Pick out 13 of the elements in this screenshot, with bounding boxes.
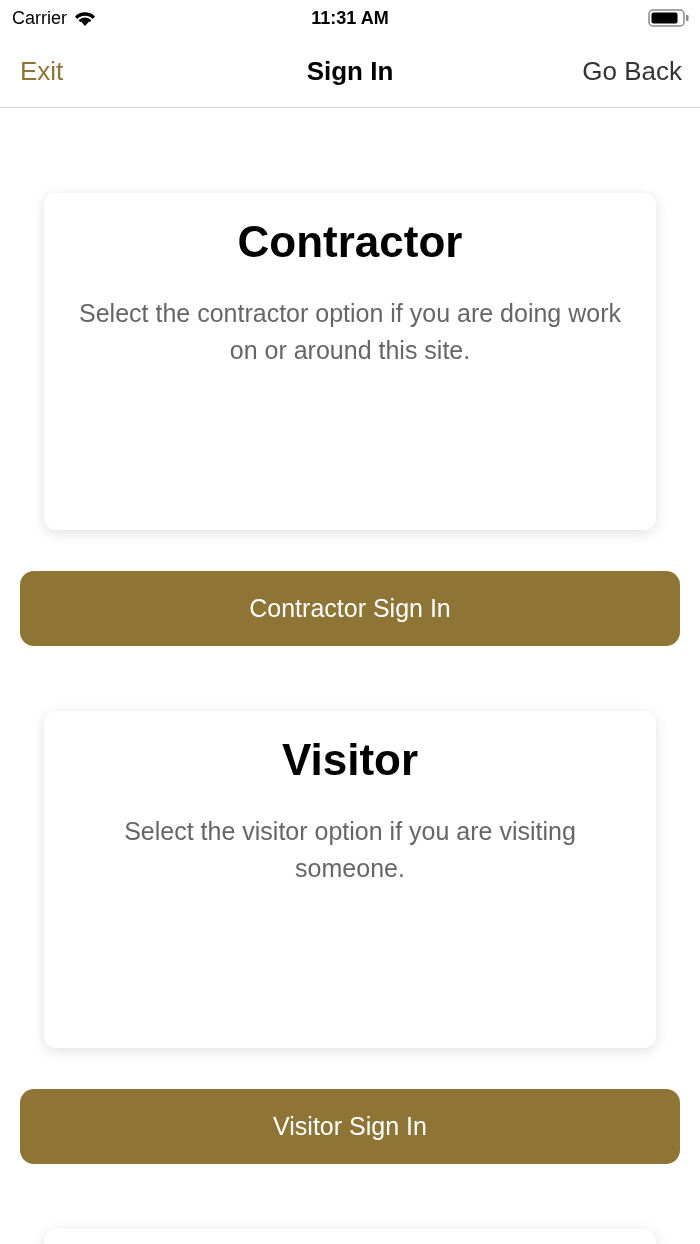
sign-in-button[interactable]: Contractor Sign In (20, 571, 680, 646)
wifi-icon (73, 9, 97, 27)
carrier-label: Carrier (12, 7, 67, 29)
option-title: Contractor (237, 217, 463, 267)
option-description: Select the visitor option if you are visiting someone. (123, 816, 577, 884)
sign-in-button[interactable]: Visitor Sign In (20, 1089, 680, 1164)
status-time: 11:31 AM (311, 7, 389, 28)
option-title: Visitor (281, 735, 419, 785)
option-description: Select the contractor option if you are doing work on or around this site. (78, 298, 622, 366)
battery-icon (648, 8, 690, 28)
exit-button[interactable]: Exit (20, 56, 64, 87)
page-title: Sign In (306, 56, 394, 87)
go-back-button[interactable]: Go Back (582, 56, 682, 87)
